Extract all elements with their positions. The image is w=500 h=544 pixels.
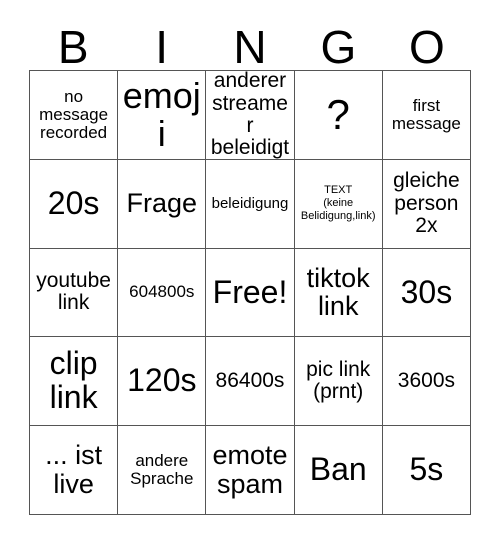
bingo-header-letter-n: N <box>233 21 267 73</box>
bingo-cell-label: 86400s <box>215 369 285 393</box>
bingo-header-letter-b: B <box>57 21 89 73</box>
bingo-cell-label: pic link (prnt) <box>306 358 371 404</box>
bingo-cell-label: beleidigung <box>211 194 289 212</box>
bingo-card: B I N G O no message recorded emoji andere… <box>0 0 500 544</box>
bingo-cell[interactable]: andere Sprache <box>118 426 207 515</box>
bingo-cell[interactable]: 5s <box>382 426 471 515</box>
bingo-cell[interactable]: TEXT (keine Belidigung,link) <box>294 159 383 249</box>
bingo-cell-label: ... ist live <box>45 440 103 500</box>
bingo-cell-label: emote spam <box>212 440 288 500</box>
bingo-cell[interactable]: gleiche person 2x <box>382 159 471 249</box>
bingo-cell[interactable]: 86400s <box>206 337 295 427</box>
bingo-grid: no message recorded emoji anderer streamer… <box>29 70 471 515</box>
bingo-cell[interactable]: 3600s <box>382 337 471 427</box>
bingo-cell-label: Frage <box>126 188 198 219</box>
bingo-cell[interactable]: youtube link <box>30 248 119 338</box>
bingo-cell-label: youtube link <box>36 269 111 315</box>
bingo-cell-label: Ban <box>309 451 367 488</box>
bingo-cell-label: Free! <box>212 273 288 310</box>
bingo-header-letter-g: G <box>320 21 357 73</box>
bingo-cell-label: no message recorded <box>39 86 109 142</box>
bingo-cell-label: anderer streamer beleidigt <box>210 71 290 160</box>
bingo-cell[interactable]: ? <box>294 71 383 160</box>
bingo-cell[interactable]: 604800s <box>118 248 207 338</box>
bingo-cell[interactable]: beleidigung <box>206 159 295 249</box>
bingo-cell-label: TEXT (keine Belidigung,link) <box>300 183 376 223</box>
bingo-cell-label: 120s <box>127 362 197 399</box>
bingo-cell-label: emoji <box>122 74 201 154</box>
bingo-cell[interactable]: ... ist live <box>30 426 119 515</box>
bingo-cell-label: 30s <box>400 273 453 310</box>
bingo-cell-label: tiktok link <box>306 262 370 322</box>
bingo-cell[interactable]: 30s <box>382 248 471 338</box>
bingo-cell[interactable]: tiktok link <box>294 248 383 338</box>
bingo-header-letter-o: O <box>408 21 445 73</box>
bingo-cell[interactable]: clip link <box>30 337 119 427</box>
bingo-cell-label: clip link <box>49 345 98 416</box>
bingo-cell-label: 5s <box>409 451 444 488</box>
bingo-cell-label: 3600s <box>397 369 455 393</box>
bingo-cell[interactable]: anderer streamer beleidigt <box>206 71 295 160</box>
bingo-cell[interactable]: 20s <box>30 159 119 249</box>
bingo-cell[interactable]: emote spam <box>206 426 295 515</box>
bingo-cell[interactable]: emoji <box>118 71 207 160</box>
bingo-cell[interactable]: Ban <box>294 426 383 515</box>
bingo-cell[interactable]: pic link (prnt) <box>294 337 383 427</box>
bingo-cell-label: ? <box>326 90 350 138</box>
bingo-cell[interactable]: Free! <box>206 248 295 338</box>
bingo-cell-label: 20s <box>47 184 100 221</box>
bingo-header: B I N G O <box>29 14 471 70</box>
bingo-cell[interactable]: Frage <box>118 159 207 249</box>
bingo-cell[interactable]: 120s <box>118 337 207 427</box>
bingo-header-letter-i: I <box>155 21 168 73</box>
bingo-cell-label: 604800s <box>129 282 195 302</box>
bingo-cell[interactable]: no message recorded <box>30 71 119 160</box>
bingo-cell[interactable]: first message <box>382 71 471 160</box>
bingo-cell-label: first message <box>391 95 461 133</box>
bingo-cell-label: gleiche person 2x <box>393 169 460 237</box>
bingo-cell-label: andere Sprache <box>130 451 194 489</box>
